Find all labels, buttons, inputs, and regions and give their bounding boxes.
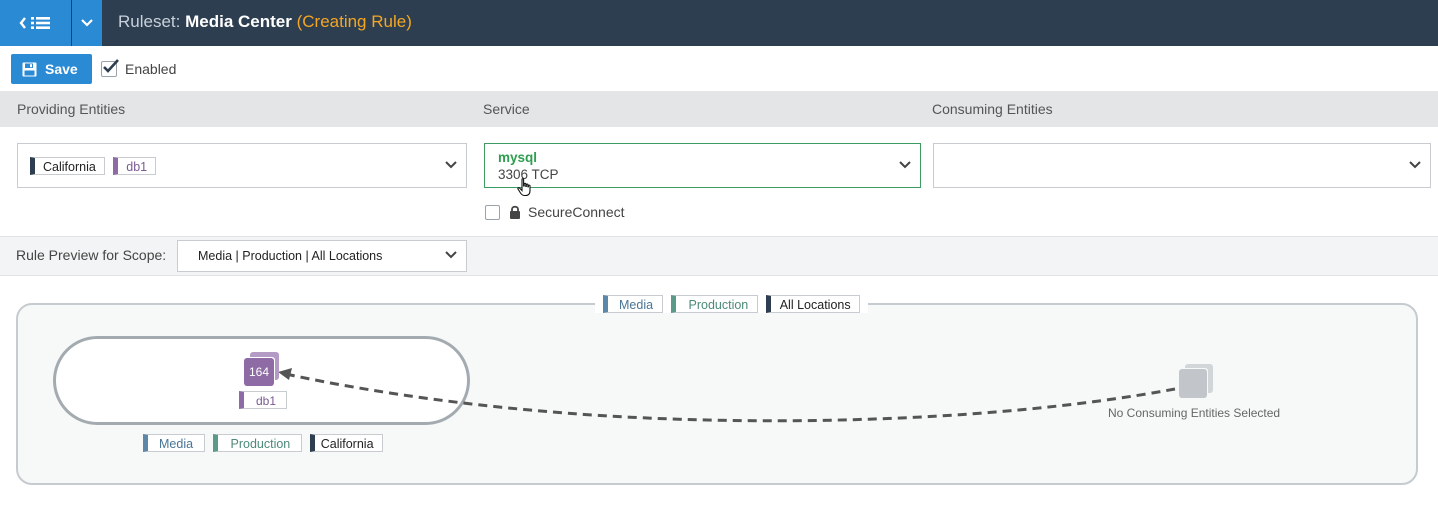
consumer-placeholder-icon <box>1179 369 1207 398</box>
provider-app-tag: db1 <box>239 391 288 409</box>
provider-tag-media: Media <box>143 434 206 452</box>
provider-tag-location: California <box>309 434 383 452</box>
provider-tag-production: Production <box>212 434 303 452</box>
provider-group-tags: Media Production California <box>143 434 383 452</box>
workload-count-badge[interactable]: 164 <box>244 358 274 386</box>
no-consumers-text: No Consuming Entities Selected <box>1108 406 1281 420</box>
